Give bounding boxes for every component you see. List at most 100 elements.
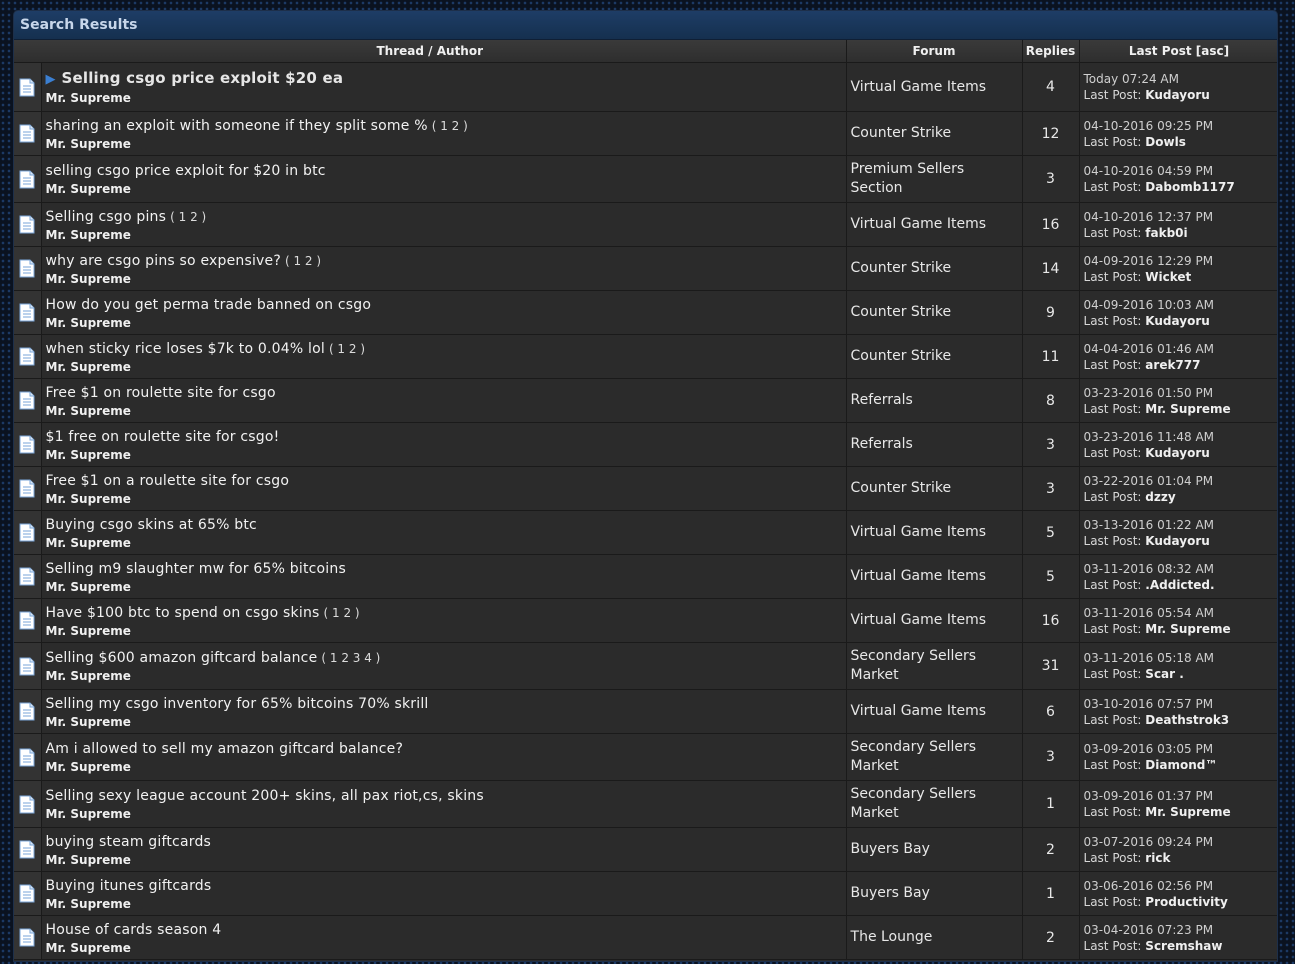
- thread-title-link[interactable]: Selling sexy league account 200+ skins, …: [46, 788, 484, 804]
- replies-count[interactable]: 2: [1022, 915, 1080, 960]
- forum-link[interactable]: Virtual Game Items: [846, 554, 1023, 599]
- thread-title-link[interactable]: sharing an exploit with someone if they …: [46, 118, 428, 134]
- forum-link[interactable]: Counter Strike: [846, 290, 1023, 335]
- last-post-user-link[interactable]: Productivity: [1145, 895, 1228, 909]
- thread-title-link[interactable]: Free $1 on roulette site for csgo: [46, 385, 276, 401]
- thread-pages-links[interactable]: ( 1 2 ): [432, 119, 468, 133]
- last-post-user-link[interactable]: Mr. Supreme: [1145, 805, 1230, 819]
- forum-link[interactable]: Secondary Sellers Market: [846, 733, 1023, 781]
- forum-link[interactable]: Virtual Game Items: [846, 510, 1023, 555]
- thread-title-link[interactable]: Selling my csgo inventory for 65% bitcoi…: [46, 696, 429, 712]
- thread-pages-links[interactable]: ( 1 2 ): [329, 342, 365, 356]
- replies-count[interactable]: 8: [1022, 378, 1080, 423]
- forum-link[interactable]: Referrals: [846, 422, 1023, 467]
- replies-count[interactable]: 1: [1022, 871, 1080, 916]
- author-sort-link[interactable]: Author: [437, 44, 483, 58]
- replies-count[interactable]: 14: [1022, 246, 1080, 291]
- thread-author-link[interactable]: Mr. Supreme: [46, 359, 842, 375]
- thread-title-link[interactable]: Selling csgo price exploit $20 ea: [62, 69, 344, 87]
- replies-count[interactable]: 31: [1022, 642, 1080, 690]
- last-post-user-link[interactable]: dzzy: [1145, 490, 1175, 504]
- replies-header[interactable]: Replies: [1022, 40, 1080, 63]
- thread-title-link[interactable]: Have $100 btc to spend on csgo skins: [46, 605, 320, 621]
- thread-author-link[interactable]: Mr. Supreme: [46, 623, 842, 639]
- last-post-user-link[interactable]: Scremshaw: [1145, 939, 1222, 953]
- forum-link[interactable]: Virtual Game Items: [846, 202, 1023, 247]
- replies-count[interactable]: 16: [1022, 598, 1080, 643]
- forum-link[interactable]: Buyers Bay: [846, 871, 1023, 916]
- thread-author-link[interactable]: Mr. Supreme: [46, 668, 842, 684]
- forum-link[interactable]: Counter Strike: [846, 246, 1023, 291]
- thread-author-link[interactable]: Mr. Supreme: [46, 136, 842, 152]
- forum-link[interactable]: Counter Strike: [846, 466, 1023, 511]
- thread-author-link[interactable]: Mr. Supreme: [46, 227, 842, 243]
- thread-title-link[interactable]: How do you get perma trade banned on csg…: [46, 297, 372, 313]
- thread-sort-link[interactable]: Thread: [377, 44, 424, 58]
- thread-title-link[interactable]: Am i allowed to sell my amazon giftcard …: [46, 741, 404, 757]
- forum-link[interactable]: Counter Strike: [846, 111, 1023, 156]
- replies-count[interactable]: 4: [1022, 62, 1080, 112]
- forum-header[interactable]: Forum: [846, 40, 1023, 63]
- thread-title-link[interactable]: Free $1 on a roulette site for csgo: [46, 473, 290, 489]
- lastpost-sort-link[interactable]: Last Post: [1129, 44, 1192, 58]
- last-post-user-link[interactable]: Mr. Supreme: [1145, 622, 1230, 636]
- replies-count[interactable]: 5: [1022, 554, 1080, 599]
- last-post-user-link[interactable]: .Addicted.: [1145, 578, 1214, 592]
- thread-author-link[interactable]: Mr. Supreme: [46, 896, 842, 912]
- thread-title-link[interactable]: Buying itunes giftcards: [46, 878, 212, 894]
- thread-pages-links[interactable]: ( 1 2 ): [324, 606, 360, 620]
- forum-link[interactable]: Counter Strike: [846, 334, 1023, 379]
- last-post-user-link[interactable]: Wicket: [1145, 270, 1191, 284]
- forum-link[interactable]: Virtual Game Items: [846, 62, 1023, 112]
- replies-count[interactable]: 1: [1022, 780, 1080, 828]
- replies-count[interactable]: 12: [1022, 111, 1080, 156]
- thread-author-link[interactable]: Mr. Supreme: [46, 579, 842, 595]
- replies-count[interactable]: 2: [1022, 827, 1080, 872]
- thread-author-link[interactable]: Mr. Supreme: [46, 271, 842, 287]
- thread-author-link[interactable]: Mr. Supreme: [46, 315, 842, 331]
- thread-author-link[interactable]: Mr. Supreme: [46, 403, 842, 419]
- last-post-user-link[interactable]: Dabomb1177: [1145, 180, 1234, 194]
- forum-link[interactable]: Referrals: [846, 378, 1023, 423]
- thread-pages-links[interactable]: ( 1 2 3 4 ): [321, 651, 380, 665]
- last-post-user-link[interactable]: Deathstrok3: [1145, 713, 1229, 727]
- last-post-user-link[interactable]: Kudayoru: [1145, 88, 1209, 102]
- last-post-user-link[interactable]: fakb0i: [1145, 226, 1187, 240]
- thread-title-link[interactable]: buying steam giftcards: [46, 834, 212, 850]
- last-post-user-link[interactable]: arek777: [1145, 358, 1200, 372]
- thread-author-link[interactable]: Mr. Supreme: [46, 447, 842, 463]
- thread-author-link[interactable]: Mr. Supreme: [46, 852, 842, 868]
- last-post-user-link[interactable]: rick: [1145, 851, 1170, 865]
- replies-count[interactable]: 3: [1022, 155, 1080, 203]
- sort-order-link[interactable]: [asc]: [1196, 44, 1229, 58]
- thread-title-link[interactable]: selling csgo price exploit for $20 in bt…: [46, 163, 326, 179]
- thread-title-link[interactable]: when sticky rice loses $7k to 0.04% lol: [46, 341, 325, 357]
- last-post-user-link[interactable]: Dowls: [1145, 135, 1186, 149]
- forum-link[interactable]: Virtual Game Items: [846, 598, 1023, 643]
- forum-link[interactable]: The Lounge: [846, 915, 1023, 960]
- thread-pages-links[interactable]: ( 1 2 ): [170, 210, 206, 224]
- thread-title-link[interactable]: $1 free on roulette site for csgo!: [46, 429, 280, 445]
- last-post-user-link[interactable]: Kudayoru: [1145, 534, 1209, 548]
- forum-link[interactable]: Virtual Game Items: [846, 689, 1023, 734]
- forum-link[interactable]: Buyers Bay: [846, 827, 1023, 872]
- thread-pages-links[interactable]: ( 1 2 ): [285, 254, 321, 268]
- forum-link[interactable]: Secondary Sellers Market: [846, 642, 1023, 690]
- thread-title-link[interactable]: House of cards season 4: [46, 922, 222, 938]
- thread-author-link[interactable]: Mr. Supreme: [46, 90, 842, 106]
- thread-title-link[interactable]: Buying csgo skins at 65% btc: [46, 517, 257, 533]
- thread-author-link[interactable]: Mr. Supreme: [46, 535, 842, 551]
- replies-count[interactable]: 5: [1022, 510, 1080, 555]
- thread-title-link[interactable]: Selling $600 amazon giftcard balance: [46, 650, 318, 666]
- replies-count[interactable]: 9: [1022, 290, 1080, 335]
- thread-author-link[interactable]: Mr. Supreme: [46, 806, 842, 822]
- thread-author-link[interactable]: Mr. Supreme: [46, 181, 842, 197]
- thread-author-link[interactable]: Mr. Supreme: [46, 714, 842, 730]
- replies-count[interactable]: 6: [1022, 689, 1080, 734]
- last-post-user-link[interactable]: Diamond™: [1145, 758, 1217, 772]
- thread-title-link[interactable]: Selling csgo pins: [46, 209, 167, 225]
- replies-count[interactable]: 16: [1022, 202, 1080, 247]
- last-post-user-link[interactable]: Scar .: [1145, 667, 1184, 681]
- forum-link[interactable]: Premium Sellers Section: [846, 155, 1023, 203]
- thread-title-link[interactable]: Selling m9 slaughter mw for 65% bitcoins: [46, 561, 346, 577]
